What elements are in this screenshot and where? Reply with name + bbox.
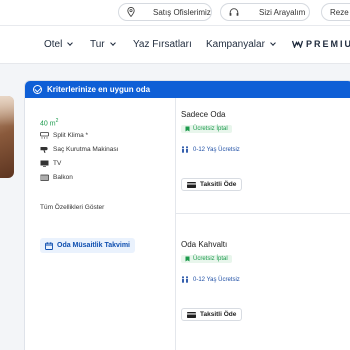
credit-card-icon bbox=[187, 181, 196, 188]
premium-logo-icon bbox=[292, 40, 303, 48]
children-icon bbox=[182, 146, 188, 153]
nav-item-label: Otel bbox=[44, 39, 63, 50]
show-all-features-link[interactable]: Tüm Özellikleri Göster bbox=[40, 204, 104, 211]
headset-icon bbox=[229, 7, 239, 16]
reservation-label: Reze bbox=[330, 7, 349, 17]
room-option: Sadece Oda Ücretsiz İptal 0-12 Yaş Ücret… bbox=[181, 110, 243, 193]
badge-icon bbox=[185, 256, 190, 262]
nav-item-premium[interactable]: PREMIU bbox=[292, 39, 350, 49]
child-free-label: 0-12 Yaş Ücretsiz bbox=[193, 146, 240, 153]
call-you-label: Sizi Arayalım bbox=[259, 7, 306, 17]
installment-button[interactable]: Taksitli Öde bbox=[181, 308, 243, 321]
room-option: Oda Kahvaltı Ücretsiz İptal 0-12 Yaş Ücr… bbox=[181, 240, 243, 323]
nav-item-label: Yaz Fırsatları bbox=[133, 39, 192, 50]
card-header-title: Kriterlerinize en uygun oda bbox=[47, 85, 151, 94]
top-bar: Satış Ofislerimiz Sizi Arayalım Reze bbox=[0, 0, 350, 26]
hair-dryer-icon bbox=[40, 147, 48, 153]
air-conditioner-icon bbox=[40, 132, 49, 139]
feature-air-conditioner: Split Klima * bbox=[40, 132, 88, 139]
installment-button[interactable]: Taksitli Öde bbox=[181, 178, 243, 191]
room-area-value: 40 m bbox=[40, 120, 56, 128]
check-circle-icon bbox=[33, 85, 42, 94]
tv-icon bbox=[40, 160, 49, 167]
balcony-icon bbox=[40, 174, 49, 181]
chevron-down-icon bbox=[109, 40, 116, 46]
card-header: Kriterlerinize en uygun oda bbox=[25, 81, 350, 98]
reservation-button[interactable]: Reze bbox=[321, 3, 350, 21]
badge-icon bbox=[185, 126, 190, 132]
feature-label: Balkon bbox=[53, 174, 73, 181]
location-pin-icon bbox=[127, 7, 135, 17]
room-availability-calendar-button[interactable]: Oda Müsaitlik Takvimi bbox=[40, 238, 136, 253]
credit-card-icon bbox=[187, 311, 196, 318]
feature-label: Split Klima * bbox=[53, 132, 89, 139]
room-option-title: Sadece Oda bbox=[181, 110, 226, 119]
sales-offices-label: Satış Ofislerimiz bbox=[153, 7, 211, 17]
children-icon bbox=[182, 276, 188, 283]
room-features-column: 40 m2 Split Klima * Saç Kurutma Makinası… bbox=[25, 98, 176, 350]
free-cancel-badge: Ücretsiz İptal bbox=[181, 255, 232, 263]
feature-tv: TV bbox=[40, 160, 61, 167]
premium-label: PREMIU bbox=[306, 39, 350, 49]
installment-label: Taksitli Öde bbox=[200, 181, 237, 188]
nav-item-label: Kampanyalar bbox=[206, 39, 265, 50]
installment-label: Taksitli Öde bbox=[200, 311, 237, 318]
room-options-divider bbox=[176, 213, 350, 214]
feature-label: TV bbox=[53, 160, 62, 167]
nav-item-yaz-firsatlari[interactable]: Yaz Fırsatları bbox=[133, 39, 192, 50]
child-free-info: 0-12 Yaş Ücretsiz bbox=[181, 276, 242, 283]
room-area-unit: 2 bbox=[55, 118, 59, 124]
main-nav: Otel Tur Yaz Fırsatları Kampanyalar PREM… bbox=[0, 26, 350, 64]
room-option-title: Oda Kahvaltı bbox=[181, 240, 228, 249]
nav-item-tur[interactable]: Tur bbox=[90, 39, 116, 50]
nav-item-otel[interactable]: Otel bbox=[44, 39, 74, 50]
room-card: Kriterlerinize en uygun oda 40 m2 Split … bbox=[24, 80, 350, 350]
nav-item-kampanyalar[interactable]: Kampanyalar bbox=[206, 39, 276, 50]
feature-label: Saç Kurutma Makinası bbox=[53, 146, 119, 153]
free-cancel-label: Ücretsiz İptal bbox=[193, 256, 228, 262]
call-you-button[interactable]: Sizi Arayalım bbox=[220, 3, 310, 21]
child-free-label: 0-12 Yaş Ücretsiz bbox=[193, 276, 240, 283]
nav-item-label: Tur bbox=[90, 39, 105, 50]
free-cancel-badge: Ücretsiz İptal bbox=[181, 125, 232, 133]
child-free-info: 0-12 Yaş Ücretsiz bbox=[181, 146, 242, 153]
feature-balcony: Balkon bbox=[40, 174, 73, 181]
calendar-button-label: Oda Müsaitlik Takvimi bbox=[57, 242, 131, 249]
sales-offices-button[interactable]: Satış Ofislerimiz bbox=[118, 3, 212, 21]
free-cancel-label: Ücretsiz İptal bbox=[193, 126, 228, 132]
room-photo-highlight bbox=[0, 96, 14, 126]
feature-hair-dryer: Saç Kurutma Makinası bbox=[40, 146, 118, 153]
chevron-down-icon bbox=[67, 40, 74, 46]
room-photo[interactable] bbox=[0, 96, 14, 178]
room-area: 40 m2 bbox=[40, 118, 58, 127]
chevron-down-icon bbox=[270, 40, 276, 46]
calendar-icon bbox=[45, 241, 53, 250]
